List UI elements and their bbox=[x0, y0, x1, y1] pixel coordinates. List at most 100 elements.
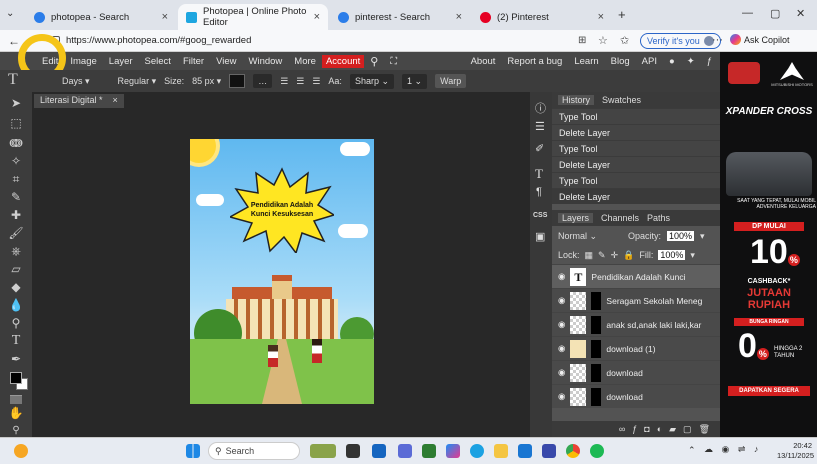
tab-photopea-editor[interactable]: Photopea | Online Photo Editor × bbox=[178, 4, 328, 30]
quick-mask-icon[interactable] bbox=[10, 396, 22, 404]
menu-learn[interactable]: Learn bbox=[568, 56, 604, 67]
visibility-eye-icon[interactable]: ◉ bbox=[558, 391, 565, 402]
blur-tool-icon[interactable]: 💧 bbox=[6, 296, 26, 314]
history-item[interactable]: Type Tool bbox=[552, 140, 720, 156]
eraser-tool-icon[interactable]: ▱ bbox=[6, 260, 26, 278]
layer-effects-icon[interactable]: ƒ bbox=[632, 424, 637, 434]
fill-dropdown-icon[interactable]: ▾ bbox=[690, 250, 695, 261]
hand-tool-icon[interactable]: ✋ bbox=[6, 404, 26, 422]
warp-button[interactable]: Warp bbox=[435, 74, 467, 88]
font-style-select[interactable]: Regular ▾ bbox=[118, 76, 157, 87]
visibility-eye-icon[interactable]: ◉ bbox=[558, 295, 565, 306]
ask-copilot-button[interactable]: Ask Copilot bbox=[730, 34, 790, 45]
tab-close-icon[interactable]: × bbox=[456, 11, 462, 23]
poster-title-text[interactable]: Pendidikan Adalah Kunci Kesuksesan bbox=[240, 201, 324, 219]
lock-all-icon[interactable]: 🔒 bbox=[623, 250, 634, 261]
media-player-icon[interactable] bbox=[398, 444, 412, 458]
edge-browser-icon[interactable] bbox=[470, 444, 484, 458]
menu-blog[interactable]: Blog bbox=[605, 56, 636, 67]
lock-position-icon[interactable]: ✛ bbox=[611, 250, 619, 261]
lock-brush-icon[interactable]: ✎ bbox=[598, 250, 606, 261]
fill-input[interactable]: 100% bbox=[658, 250, 686, 260]
marquee-tool-icon[interactable]: ⬚ bbox=[6, 114, 26, 132]
menu-select[interactable]: Select bbox=[139, 56, 177, 67]
character-icon[interactable]: T bbox=[535, 166, 543, 182]
menu-view[interactable]: View bbox=[210, 56, 242, 67]
history-item[interactable]: Delete Layer bbox=[552, 156, 720, 172]
back-icon[interactable]: ← bbox=[8, 34, 20, 48]
favorites-icon[interactable]: ✩ bbox=[620, 34, 629, 47]
history-item[interactable]: Type Tool bbox=[552, 172, 720, 188]
widgets-icon[interactable] bbox=[310, 444, 336, 458]
tray-overflow-icon[interactable]: ⌃ bbox=[688, 445, 696, 456]
tab-pinterest-search[interactable]: pinterest - Search × bbox=[330, 4, 470, 30]
type-tool-icon[interactable]: T bbox=[6, 332, 26, 350]
chrome-icon[interactable] bbox=[566, 444, 580, 458]
minimize-icon[interactable]: — bbox=[742, 7, 753, 19]
menu-layer[interactable]: Layer bbox=[103, 56, 139, 67]
menu-more[interactable]: More bbox=[288, 56, 322, 67]
windows-start-icon[interactable] bbox=[186, 444, 200, 458]
new-tab-button[interactable]: + bbox=[618, 7, 626, 22]
fullscreen-icon[interactable]: ⛶ bbox=[384, 56, 403, 67]
close-window-icon[interactable]: ✕ bbox=[796, 7, 805, 20]
adjustment-layer-icon[interactable]: ◐ bbox=[657, 424, 662, 434]
line-height-select[interactable]: 1 ⌄ bbox=[402, 73, 428, 89]
visibility-eye-icon[interactable]: ◉ bbox=[558, 271, 565, 282]
properties-icon[interactable]: ☰ bbox=[535, 120, 545, 133]
visibility-eye-icon[interactable]: ◉ bbox=[558, 319, 565, 330]
layer-row[interactable]: ◉ download (1) bbox=[552, 336, 720, 360]
new-layer-icon[interactable]: ▢ bbox=[683, 424, 692, 435]
opacity-dropdown-icon[interactable]: ▾ bbox=[700, 231, 705, 242]
tab-close-icon[interactable]: × bbox=[162, 11, 168, 23]
tab-list-chevron-icon[interactable]: ⌄ bbox=[6, 8, 14, 19]
clone-stamp-tool-icon[interactable]: ⎈ bbox=[6, 242, 26, 260]
url-field[interactable]: https://www.photopea.com/#goog_rewarded bbox=[40, 33, 640, 49]
font-family-select[interactable]: Days ▾ bbox=[62, 76, 90, 87]
advertisement-banner[interactable]: MITSUBISHI MOTORS XPANDER CROSS SAAT YAN… bbox=[720, 52, 817, 437]
dodge-tool-icon[interactable]: ⚲ bbox=[6, 314, 26, 332]
link-layers-icon[interactable]: ∞ bbox=[619, 424, 625, 434]
file-explorer-icon[interactable] bbox=[372, 444, 386, 458]
facebook-icon[interactable]: ƒ bbox=[701, 56, 720, 67]
menu-report-bug[interactable]: Report a bug bbox=[501, 56, 568, 67]
folder-icon[interactable] bbox=[494, 444, 508, 458]
lock-pixels-icon[interactable]: ▦ bbox=[585, 250, 594, 261]
new-group-icon[interactable]: ▰ bbox=[669, 424, 676, 435]
blend-mode-select[interactable]: Normal ⌄ bbox=[558, 231, 622, 242]
history-item[interactable]: Delete Layer bbox=[552, 124, 720, 140]
menu-about[interactable]: About bbox=[465, 56, 502, 67]
copilot-taskbar-icon[interactable] bbox=[446, 444, 460, 458]
text-color-swatch[interactable] bbox=[229, 74, 246, 88]
menu-api[interactable]: API bbox=[636, 56, 663, 67]
crop-tool-icon[interactable]: ⌗ bbox=[6, 170, 26, 188]
visibility-eye-icon[interactable]: ◉ bbox=[558, 343, 565, 354]
tab-history[interactable]: History bbox=[558, 95, 595, 105]
history-item[interactable]: Type Tool bbox=[552, 108, 720, 124]
favorite-star-icon[interactable]: ☆ bbox=[598, 34, 608, 47]
tab-channels[interactable]: Channels bbox=[601, 213, 639, 223]
info-icon[interactable]: ⓘ bbox=[535, 100, 546, 116]
tab-pinterest[interactable]: (2) Pinterest × bbox=[472, 4, 612, 30]
tab-close-icon[interactable]: × bbox=[598, 11, 604, 23]
eyedropper-tool-icon[interactable]: ✎ bbox=[6, 188, 26, 206]
tab-layers[interactable]: Layers bbox=[558, 213, 594, 223]
menu-image[interactable]: Image bbox=[64, 56, 102, 67]
brush-settings-icon[interactable]: ✐ bbox=[535, 142, 544, 155]
twitter-icon[interactable]: ✦ bbox=[681, 56, 701, 67]
layer-row[interactable]: ◉ download bbox=[552, 384, 720, 408]
taskbar-search-box[interactable]: ⚲ Search bbox=[208, 442, 300, 460]
document-tab[interactable]: Literasi Digital * × bbox=[34, 94, 124, 108]
document-close-icon[interactable]: × bbox=[113, 95, 118, 107]
tab-swatches[interactable]: Swatches bbox=[602, 95, 641, 105]
align-center-icon[interactable]: ☰ bbox=[296, 76, 304, 87]
clock-date[interactable]: 13/11/2025 bbox=[770, 451, 814, 460]
pen-tool-icon[interactable]: ✒ bbox=[6, 350, 26, 368]
tab-paths[interactable]: Paths bbox=[647, 213, 670, 223]
tab-close-icon[interactable]: × bbox=[314, 11, 320, 23]
store-icon[interactable] bbox=[518, 444, 532, 458]
move-tool-icon[interactable]: ➤ bbox=[6, 94, 26, 112]
more-options-icon[interactable]: … bbox=[253, 74, 273, 88]
healing-tool-icon[interactable]: ✚ bbox=[6, 206, 26, 224]
account-button[interactable]: Account bbox=[321, 54, 365, 68]
